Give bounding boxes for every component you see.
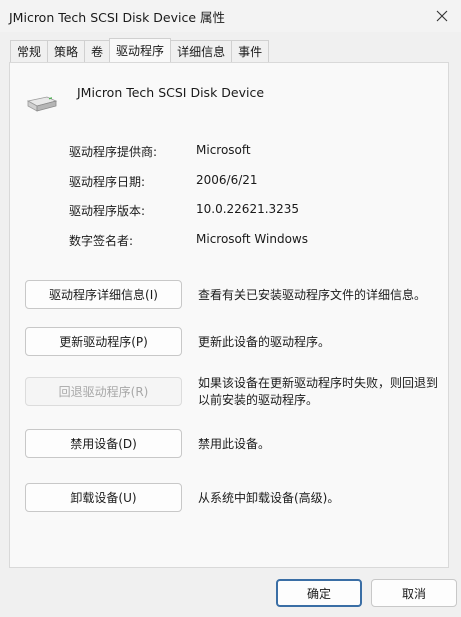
uninstall-device-description: 从系统中卸载设备(高级)。 bbox=[198, 491, 340, 505]
device-name: JMicron Tech SCSI Disk Device bbox=[77, 85, 265, 100]
tab-volumes[interactable]: 卷 bbox=[84, 40, 111, 62]
driver-tab-panel: JMicron Tech SCSI Disk Device 驱动程序提供商: M… bbox=[9, 62, 449, 568]
driver-date-value: 2006/6/21 bbox=[196, 172, 258, 187]
roll-back-driver-button[interactable]: 回退驱动程序(R) bbox=[25, 377, 182, 406]
driver-provider-value: Microsoft bbox=[196, 143, 251, 157]
close-icon bbox=[436, 10, 448, 22]
tab-general[interactable]: 常规 bbox=[10, 40, 49, 62]
update-driver-button[interactable]: 更新驱动程序(P) bbox=[25, 327, 182, 356]
tab-events[interactable]: 事件 bbox=[231, 40, 270, 62]
tab-driver[interactable]: 驱动程序 bbox=[109, 38, 172, 62]
title-bar: JMicron Tech SCSI Disk Device 属性 bbox=[0, 0, 461, 32]
disable-device-button[interactable]: 禁用设备(D) bbox=[25, 429, 182, 458]
driver-version-value: 10.0.22621.3235 bbox=[196, 202, 300, 216]
driver-provider-label: 驱动程序提供商: bbox=[69, 145, 158, 159]
tab-policies[interactable]: 策略 bbox=[47, 40, 86, 62]
roll-back-driver-description: 如果该设备在更新驱动程序时失败，则回退到以前安装的驱动程序。 bbox=[198, 376, 439, 407]
close-button[interactable] bbox=[423, 0, 461, 32]
digital-signer-label: 数字签名者: bbox=[69, 233, 134, 248]
disk-drive-icon bbox=[25, 93, 59, 118]
driver-details-button[interactable]: 驱动程序详细信息(I) bbox=[25, 280, 182, 309]
ok-button[interactable]: 确定 bbox=[276, 579, 362, 607]
uninstall-device-button[interactable]: 卸载设备(U) bbox=[25, 483, 182, 512]
driver-details-description: 查看有关已安装驱动程序文件的详细信息。 bbox=[198, 288, 427, 302]
tab-details[interactable]: 详细信息 bbox=[170, 40, 233, 62]
tab-strip: 常规 策略 卷 驱动程序 详细信息 事件 bbox=[10, 38, 270, 63]
digital-signer-value: Microsoft Windows bbox=[196, 231, 308, 246]
driver-date-label: 驱动程序日期: bbox=[69, 174, 146, 189]
window-title: JMicron Tech SCSI Disk Device 属性 bbox=[9, 10, 225, 25]
cancel-button[interactable]: 取消 bbox=[371, 579, 457, 607]
driver-version-label: 驱动程序版本: bbox=[69, 204, 146, 218]
update-driver-description: 更新此设备的驱动程序。 bbox=[198, 335, 331, 349]
disable-device-description: 禁用此设备。 bbox=[198, 437, 271, 451]
